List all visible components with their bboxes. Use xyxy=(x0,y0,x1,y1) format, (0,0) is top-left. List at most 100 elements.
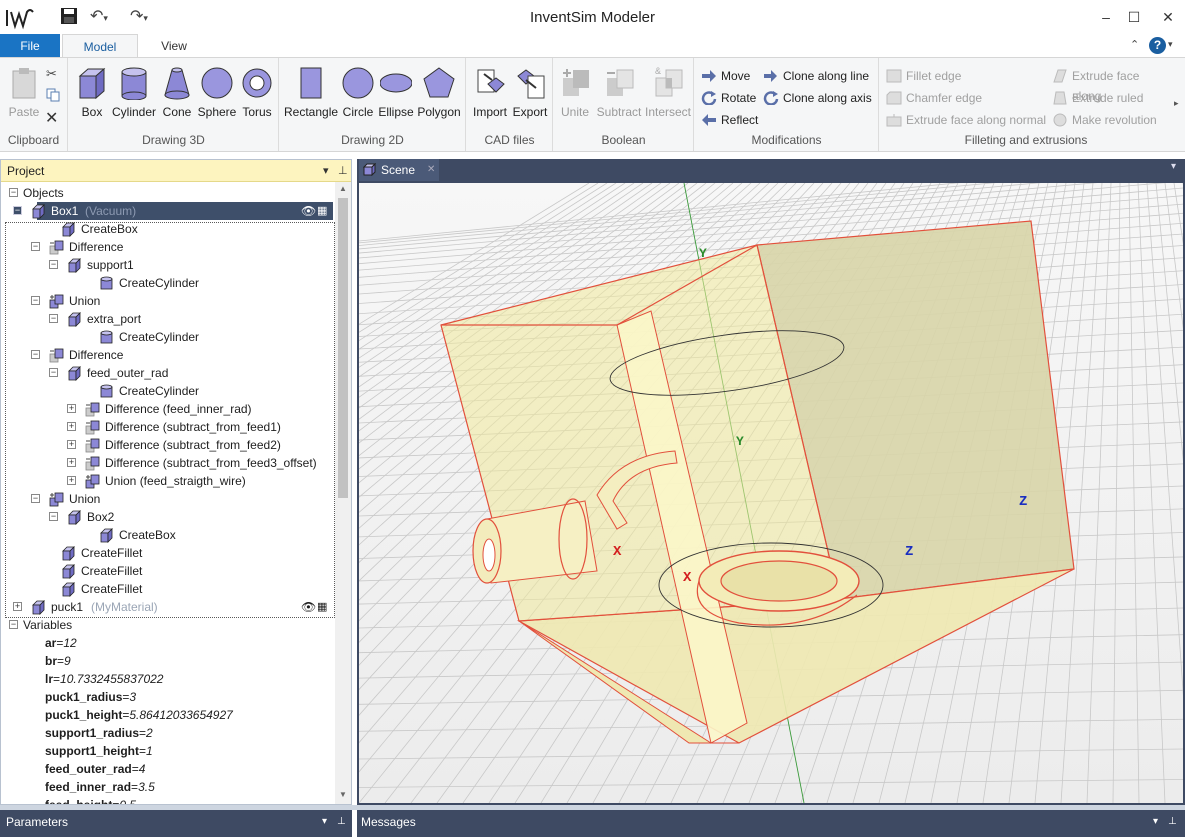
calculator-icon[interactable]: ▦ xyxy=(317,598,327,616)
cylinder-button[interactable]: Cylinder xyxy=(111,62,157,119)
tree-item[interactable]: − Box1 (Vacuum) 👁 ▦ xyxy=(13,202,333,220)
parameters-menu-icon[interactable]: ▾ xyxy=(322,810,327,834)
variable-row[interactable]: ar = 12 xyxy=(1,634,331,652)
reflect-button[interactable]: Reflect xyxy=(699,110,758,130)
fillet-edge-button[interactable]: Fillet edge xyxy=(884,66,961,86)
collapse-icon[interactable]: − xyxy=(31,494,40,503)
expand-icon[interactable]: + xyxy=(67,458,76,467)
polygon-button[interactable]: Polygon xyxy=(416,62,462,119)
messages-pin-icon[interactable]: ⊥ xyxy=(1168,810,1177,834)
scroll-down-icon[interactable]: ▼ xyxy=(339,790,347,799)
expand-icon[interactable]: + xyxy=(67,476,76,485)
expand-icon[interactable]: + xyxy=(67,440,76,449)
tree-item[interactable]: CreateCylinder xyxy=(1,382,331,400)
tree-item[interactable]: CreateCylinder xyxy=(1,328,331,346)
tree-item[interactable]: CreateFillet xyxy=(1,544,331,562)
scroll-thumb[interactable] xyxy=(338,198,348,498)
tree-item[interactable]: − extra_port xyxy=(1,310,331,328)
messages-menu-icon[interactable]: ▾ xyxy=(1153,810,1158,834)
ellipse-button[interactable]: Ellipse xyxy=(377,62,415,119)
variable-row[interactable]: feed_inner_rad = 3.5 xyxy=(1,778,331,796)
tree-item[interactable]: − feed_outer_rad xyxy=(1,364,331,382)
tree-item[interactable]: + Difference (subtract_from_feed3_offset) xyxy=(1,454,331,472)
delete-icon[interactable]: ✕ xyxy=(45,108,58,128)
parameters-pin-icon[interactable]: ⊥ xyxy=(337,810,346,834)
clone-along-line-button[interactable]: Clone along line xyxy=(761,66,869,86)
rectangle-button[interactable]: Rectangle xyxy=(284,62,338,119)
maximize-button[interactable]: ☐ xyxy=(1122,6,1146,28)
tree-item[interactable]: CreateBox xyxy=(1,220,331,238)
import-button[interactable]: Import xyxy=(471,62,509,119)
extrude-ruled-button[interactable]: Extrude ruled xyxy=(1050,88,1143,108)
torus-button[interactable]: Torus xyxy=(239,62,275,119)
rotate-button[interactable]: Rotate xyxy=(699,88,756,108)
collapse-icon[interactable]: − xyxy=(9,620,18,629)
variable-row[interactable]: puck1_radius = 3 xyxy=(1,688,331,706)
collapse-ribbon-icon[interactable]: ⌃ xyxy=(1130,38,1139,51)
tab-view[interactable]: View xyxy=(140,34,208,58)
panel-menu-icon[interactable]: ▾ xyxy=(323,160,329,182)
close-button[interactable]: ✕ xyxy=(1156,6,1180,28)
move-button[interactable]: Move xyxy=(699,66,750,86)
tab-scene[interactable]: Scene ✕ xyxy=(359,159,439,181)
collapse-icon[interactable]: − xyxy=(31,296,40,305)
project-scrollbar[interactable]: ▲ ▼ xyxy=(335,182,351,804)
variable-row[interactable]: feed_outer_rad = 4 xyxy=(1,760,331,778)
minimize-button[interactable]: – xyxy=(1094,6,1118,28)
collapse-icon[interactable]: − xyxy=(49,368,58,377)
tree-item[interactable]: − Difference xyxy=(1,238,331,256)
circle-button[interactable]: Circle xyxy=(340,62,376,119)
tree-item[interactable]: CreateCylinder xyxy=(1,274,331,292)
make-revolution-button[interactable]: Make revolution xyxy=(1050,110,1157,130)
tab-file[interactable]: File xyxy=(0,34,60,58)
collapse-icon[interactable]: − xyxy=(31,350,40,359)
collapse-icon[interactable]: − xyxy=(13,206,22,215)
extrude-face-normal-button[interactable]: Extrude face along normal xyxy=(884,110,1046,130)
variable-row[interactable]: puck1_height = 5.86412033654927 xyxy=(1,706,331,724)
subtract-button[interactable]: Subtract xyxy=(594,62,644,119)
variable-row[interactable]: feed_height = 0.5 xyxy=(1,796,331,804)
parameters-panel[interactable]: Parameters ▾ ⊥ xyxy=(0,810,352,837)
tree-item[interactable]: − support1 xyxy=(1,256,331,274)
chamfer-edge-button[interactable]: Chamfer edge xyxy=(884,88,982,108)
scene-menu-icon[interactable]: ▾ xyxy=(1171,161,1176,172)
tree-item[interactable]: + puck1 (MyMaterial) 👁 ▦ xyxy=(1,598,331,616)
3d-viewport[interactable]: Y Y X X Z Z xyxy=(359,183,1183,803)
tree-item[interactable]: − Difference xyxy=(1,346,331,364)
tab-model[interactable]: Model xyxy=(62,34,138,58)
calculator-icon[interactable]: ▦ xyxy=(317,202,327,220)
pin-icon[interactable]: ⊥ xyxy=(338,160,348,182)
intersect-button[interactable]: & Intersect xyxy=(644,62,692,119)
tree-item[interactable]: CreateFillet xyxy=(1,562,331,580)
expand-icon[interactable]: + xyxy=(13,602,22,611)
box-button[interactable]: Box xyxy=(75,62,109,119)
cone-button[interactable]: Cone xyxy=(159,62,195,119)
tree-item[interactable]: − Box2 xyxy=(1,508,331,526)
tree-item[interactable]: − Union xyxy=(1,292,331,310)
export-button[interactable]: Export xyxy=(511,62,549,119)
cut-icon[interactable]: ✂ xyxy=(46,66,57,82)
tree-item[interactable]: CreateFillet xyxy=(1,580,331,598)
visibility-eye-icon[interactable]: 👁 xyxy=(301,202,316,220)
tree-item[interactable]: + Difference (subtract_from_feed1) xyxy=(1,418,331,436)
scroll-up-icon[interactable]: ▲ xyxy=(339,184,347,193)
variable-row[interactable]: lr = 10.7332455837022 xyxy=(1,670,331,688)
visibility-eye-icon[interactable]: 👁 xyxy=(301,598,316,616)
variable-row[interactable]: br = 9 xyxy=(1,652,331,670)
collapse-icon[interactable]: − xyxy=(49,260,58,269)
tree-item[interactable]: − Union xyxy=(1,490,331,508)
variable-row[interactable]: support1_radius = 2 xyxy=(1,724,331,742)
tree-objects[interactable]: − Objects xyxy=(1,184,331,202)
messages-panel[interactable]: Messages ▾ ⊥ xyxy=(357,810,1185,837)
sphere-button[interactable]: Sphere xyxy=(196,62,238,119)
tree-item[interactable]: + Difference (feed_inner_rad) xyxy=(1,400,331,418)
collapse-icon[interactable]: − xyxy=(9,188,18,197)
paste-button[interactable]: Paste xyxy=(4,62,44,119)
collapse-icon[interactable]: − xyxy=(31,242,40,251)
unite-button[interactable]: Unite xyxy=(556,62,594,119)
scene-tab-close-icon[interactable]: ✕ xyxy=(427,159,435,181)
expand-icon[interactable]: + xyxy=(67,404,76,413)
tree-item[interactable]: CreateBox xyxy=(1,526,331,544)
tree-variables[interactable]: − Variables xyxy=(1,616,331,634)
variable-row[interactable]: support1_height = 1 xyxy=(1,742,331,760)
